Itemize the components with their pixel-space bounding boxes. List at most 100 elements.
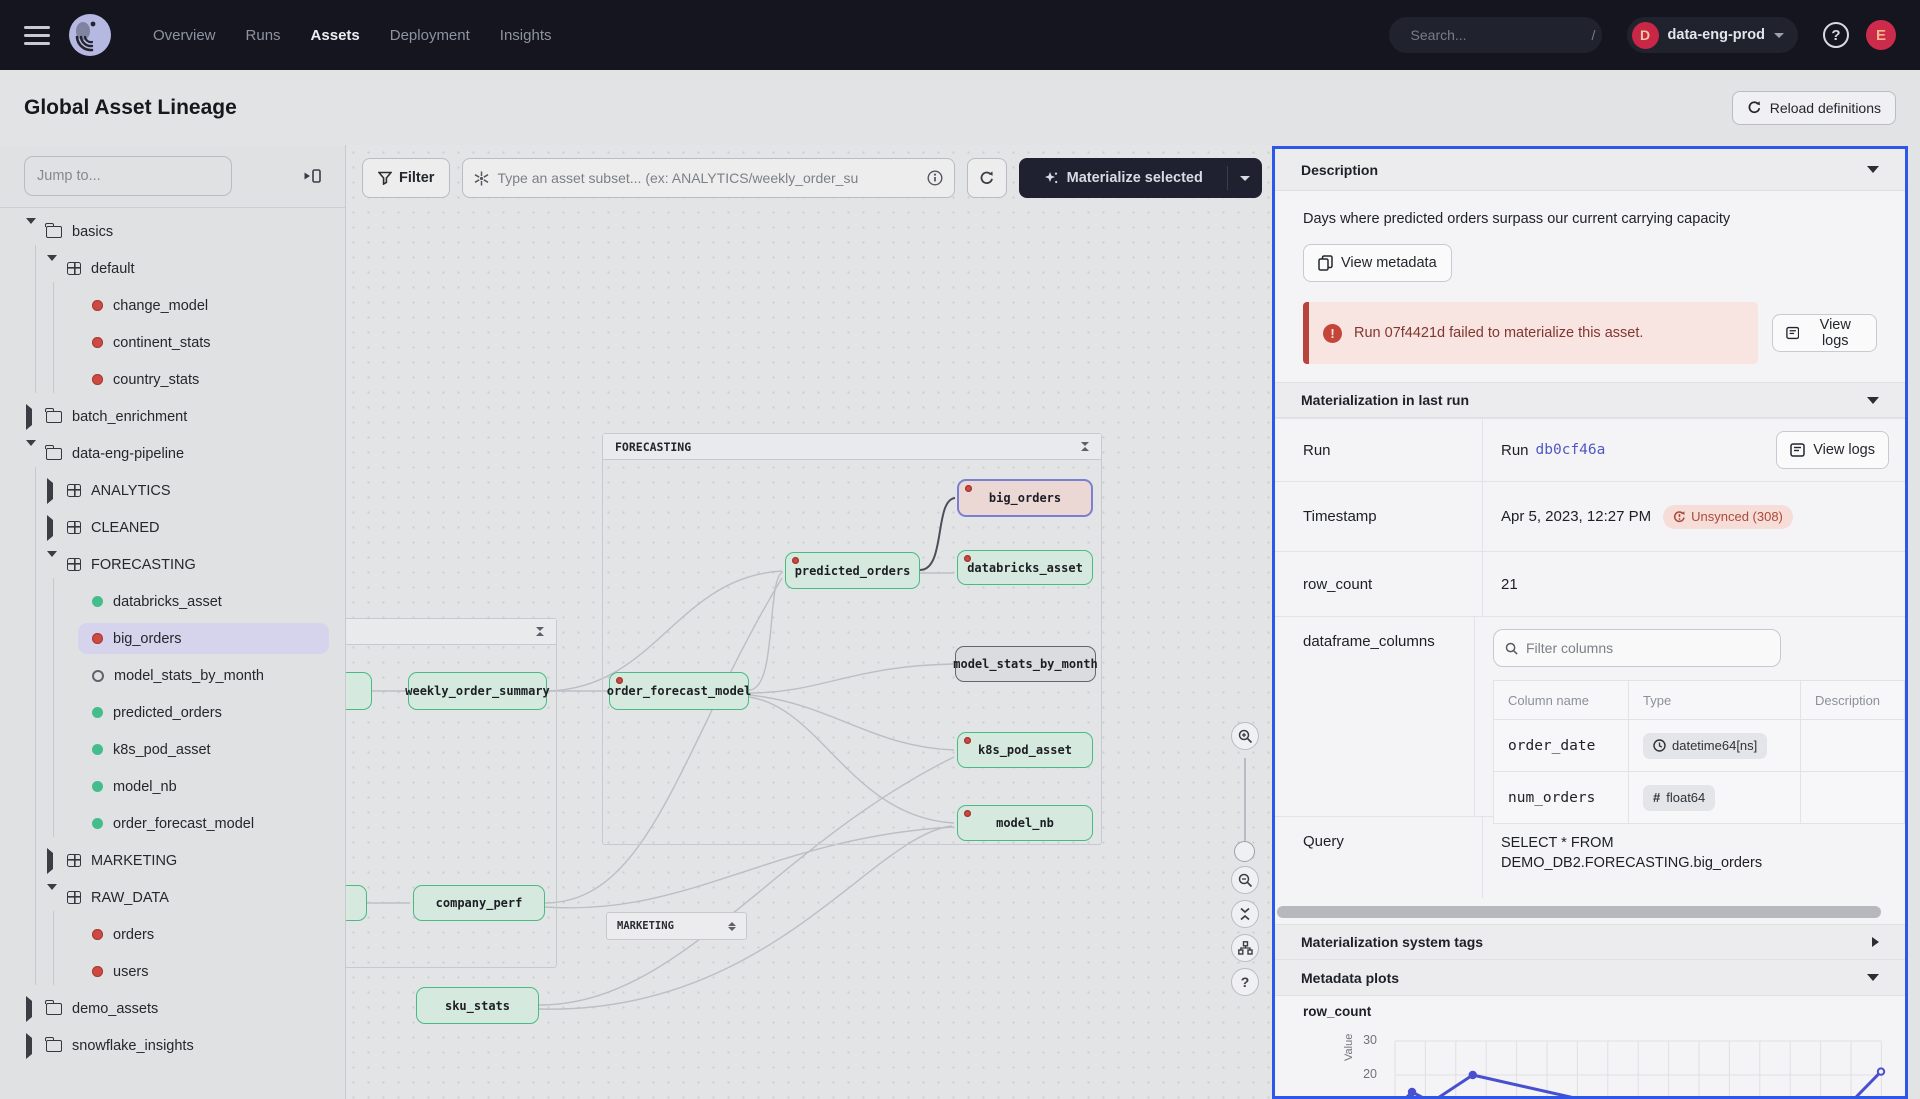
zoom-out-button[interactable] (1231, 866, 1259, 894)
tree-item-raw-data[interactable]: RAW_DATA (0, 879, 345, 916)
tree-item-k8s-pod-asset[interactable]: k8s_pod_asset (0, 731, 345, 768)
group-header[interactable] (346, 619, 556, 645)
section-materialization-system-tags[interactable]: Materialization system tags (1275, 924, 1905, 960)
tree-item-big-orders[interactable]: big_orders (0, 620, 345, 657)
run-id-link[interactable]: 07f4421d (1385, 325, 1445, 341)
dagster-logo-icon[interactable] (68, 13, 112, 57)
asset-node-model-stats-by-month[interactable]: model_stats_by_month (955, 646, 1096, 682)
global-search[interactable]: / (1389, 17, 1602, 53)
help-icon[interactable]: ? (1823, 22, 1849, 48)
graph-layout-button[interactable] (1231, 934, 1259, 962)
failed-dot-icon (964, 810, 971, 817)
tree-item-model-nb[interactable]: model_nb (0, 768, 345, 805)
hamburger-menu-icon[interactable] (24, 26, 50, 45)
group-label: FORECASTING (615, 440, 691, 454)
horizontal-scrollbar[interactable] (1277, 906, 1881, 918)
code-location-icon (67, 854, 81, 867)
nav-insights[interactable]: Insights (500, 27, 552, 44)
group-header[interactable]: FORECASTING (603, 434, 1101, 460)
materialize-options-caret[interactable] (1228, 176, 1262, 181)
tree-item-model-stats-by-month[interactable]: model_stats_by_month (0, 657, 345, 694)
tree-item-predicted-orders[interactable]: predicted_orders (0, 694, 345, 731)
collapse-group-icon[interactable] (536, 627, 544, 636)
asset-node-partial[interactable] (346, 672, 372, 710)
filter-columns-field[interactable] (1493, 629, 1781, 667)
tree-item-continent-stats[interactable]: continent_stats (0, 324, 345, 361)
asset-node-company-perf[interactable]: company_perf (413, 885, 545, 921)
unsynced-badge[interactable]: Unsynced (308) (1663, 505, 1793, 529)
collapsed-group-marketing[interactable]: MARKETING (606, 912, 747, 940)
deployment-initial-badge: D (1632, 22, 1659, 49)
view-logs-button[interactable]: View logs (1772, 314, 1877, 352)
asset-node-weekly-order-summary[interactable]: weekly_order_summary (408, 672, 547, 710)
view-metadata-button[interactable]: View metadata (1303, 244, 1452, 282)
info-icon[interactable] (927, 170, 943, 186)
zoom-in-button[interactable] (1231, 722, 1259, 750)
user-avatar[interactable]: E (1866, 20, 1896, 50)
lineage-graph-canvas[interactable]: FORECASTING weekly_order_summary order_f… (346, 145, 1272, 1099)
zoom-slider[interactable] (1244, 758, 1246, 858)
tree-item-data-eng-pipeline[interactable]: data-eng-pipeline (0, 435, 345, 472)
filter-button[interactable]: Filter (362, 158, 450, 198)
asset-node-sku-stats[interactable]: sku_stats (416, 987, 539, 1024)
code-location-icon (67, 484, 81, 497)
asset-node-databricks-asset[interactable]: databricks_asset (957, 550, 1093, 585)
tree-item-default[interactable]: default (0, 250, 345, 287)
reload-definitions-button[interactable]: Reload definitions (1732, 91, 1896, 125)
tree-item-analytics[interactable]: ANALYTICS (0, 472, 345, 509)
failed-run-alert: ! Run 07f4421d failed to materialize thi… (1303, 302, 1758, 364)
section-materialization-last-run[interactable]: Materialization in last run (1275, 382, 1905, 418)
caret-right-icon (26, 404, 32, 430)
sync-alert-icon (1673, 510, 1686, 523)
tree-item-country-stats[interactable]: country_stats (0, 361, 345, 398)
tree-item-orders[interactable]: orders (0, 916, 345, 953)
row-label: row_count (1275, 552, 1483, 616)
section-metadata-plots[interactable]: Metadata plots (1275, 960, 1905, 996)
tree-item-batch-enrichment[interactable]: batch_enrichment (0, 398, 345, 435)
asset-node-k8s-pod-asset[interactable]: k8s_pod_asset (957, 732, 1093, 768)
collapse-all-groups-button[interactable] (1231, 900, 1259, 928)
nav-runs[interactable]: Runs (246, 27, 281, 44)
filter-columns-input[interactable] (1526, 640, 1769, 656)
graph-help-button[interactable]: ? (1231, 968, 1259, 996)
graph-controls: ? (1230, 722, 1260, 1002)
tree-item-snowflake-insights[interactable]: snowflake_insights (0, 1027, 345, 1064)
jump-to-input[interactable] (24, 156, 232, 196)
asset-node-predicted-orders[interactable]: predicted_orders (785, 552, 920, 589)
collapse-sidebar-button[interactable] (293, 157, 331, 195)
y-tick: 20 (1347, 1067, 1377, 1081)
view-logs-button[interactable]: View logs (1776, 431, 1889, 469)
type-pill: # float64 (1643, 785, 1715, 811)
nav-assets[interactable]: Assets (311, 27, 360, 44)
section-description[interactable]: Description (1275, 149, 1905, 191)
page-title: Global Asset Lineage (24, 96, 237, 120)
asset-subset-field[interactable] (462, 158, 955, 198)
zoom-slider-handle[interactable] (1234, 841, 1255, 862)
tree-item-demo-assets[interactable]: demo_assets (0, 990, 345, 1027)
asset-node-big-orders[interactable]: big_orders (957, 479, 1093, 517)
asset-subset-input[interactable] (497, 170, 919, 186)
asset-node-partial[interactable] (346, 885, 367, 921)
failed-status-dot (92, 633, 103, 644)
asset-node-model-nb[interactable]: model_nb (957, 805, 1093, 841)
nav-overview[interactable]: Overview (153, 27, 216, 44)
collapse-group-icon[interactable] (1081, 442, 1089, 451)
tree-item-change-model[interactable]: change_model (0, 287, 345, 324)
expand-group-icon[interactable] (728, 922, 736, 931)
nav-deployment[interactable]: Deployment (390, 27, 470, 44)
search-input[interactable] (1411, 27, 1592, 43)
tree-item-forecasting[interactable]: FORECASTING (0, 546, 345, 583)
tree-item-users[interactable]: users (0, 953, 345, 990)
deployment-switcher[interactable]: D data-eng-prod (1627, 17, 1798, 53)
caret-down-icon (1867, 974, 1879, 981)
refresh-graph-button[interactable] (967, 158, 1007, 198)
tree-item-order-forecast-model[interactable]: order_forecast_model (0, 805, 345, 842)
tree-item-databricks-asset[interactable]: databricks_asset (0, 583, 345, 620)
tree-item-cleaned[interactable]: CLEANED (0, 509, 345, 546)
materialize-selected-button[interactable]: Materialize selected (1019, 158, 1262, 198)
error-icon: ! (1323, 324, 1342, 343)
tree-item-marketing[interactable]: MARKETING (0, 842, 345, 879)
tree-item-basics[interactable]: basics (0, 213, 345, 250)
run-id-link[interactable]: db0cf46a (1536, 442, 1606, 458)
asset-node-order-forecast-model[interactable]: order_forecast_model (609, 672, 749, 710)
